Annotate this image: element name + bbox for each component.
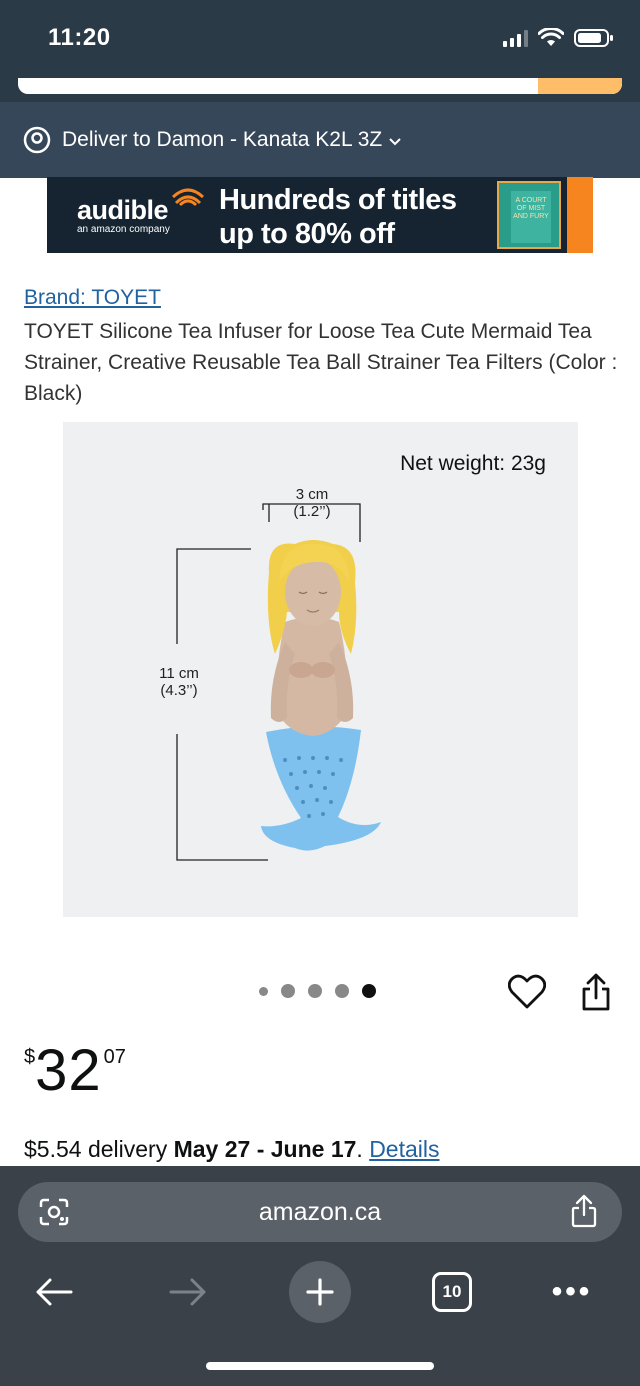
height-dimension-label: 11 cm (4.3’’)	[159, 665, 199, 699]
audible-ad-banner[interactable]: audible an amazon company Hundreds of ti…	[47, 177, 593, 253]
search-submit-button[interactable]	[538, 78, 622, 94]
image-carousel-dots[interactable]	[259, 984, 376, 998]
heart-icon[interactable]	[508, 974, 546, 1010]
back-arrow-icon	[36, 1278, 73, 1306]
carousel-dot[interactable]	[335, 984, 349, 998]
status-icons	[503, 28, 614, 48]
width-dimension-label: 3 cm (1.2’’)	[293, 486, 331, 520]
search-bar-strip	[0, 78, 640, 102]
carousel-dot-active[interactable]	[362, 984, 376, 998]
price-fraction: 07	[103, 1046, 126, 1068]
address-bar[interactable]: amazon.ca	[18, 1182, 622, 1242]
more-menu-button[interactable]: •••	[546, 1262, 598, 1322]
chevron-down-icon	[389, 138, 401, 146]
new-tab-button[interactable]	[289, 1261, 351, 1323]
audible-logo: audible an amazon company	[77, 195, 170, 235]
delivery-cost: $5.54 delivery	[24, 1136, 174, 1162]
cellular-signal-icon	[503, 29, 528, 47]
forward-button[interactable]	[162, 1262, 214, 1322]
back-button[interactable]	[28, 1262, 80, 1322]
forward-arrow-icon	[169, 1278, 206, 1306]
brand-link[interactable]: Brand: TOYET	[24, 286, 161, 310]
delivery-details-link[interactable]: Details	[369, 1136, 439, 1162]
banner-headline: Hundreds of titles up to 80% off	[219, 184, 457, 250]
battery-icon	[574, 29, 613, 47]
home-indicator[interactable]	[206, 1362, 434, 1370]
more-menu-icon: •••	[551, 1275, 593, 1308]
browser-nav-row: 10 •••	[0, 1261, 640, 1323]
search-input[interactable]	[18, 78, 622, 94]
share-icon[interactable]	[580, 972, 612, 1012]
product-title: TOYET Silicone Tea Infuser for Loose Tea…	[24, 320, 618, 405]
price-currency-symbol: $	[24, 1046, 36, 1068]
location-pin-icon	[23, 126, 51, 154]
status-bar: 11:20	[0, 0, 640, 78]
delivery-estimate: $5.54 delivery May 27 - June 17. Details	[24, 1136, 440, 1162]
url-text: amazon.ca	[258, 1198, 382, 1226]
carousel-dot[interactable]	[259, 986, 268, 996]
price-whole: 32	[35, 1038, 102, 1103]
banner-accent-stripe	[567, 177, 593, 253]
delivery-dates: May 27 - June 17	[173, 1136, 357, 1162]
audible-wave-icon	[172, 188, 204, 207]
status-time: 11:20	[48, 24, 111, 51]
product-image[interactable]: Net weight: 23g 3 cm (1.2’’) 11 cm (4.3’…	[63, 422, 578, 917]
tab-switcher-icon: 10	[432, 1272, 472, 1312]
wifi-icon	[538, 28, 564, 46]
tab-switcher-button[interactable]: 10	[430, 1262, 474, 1322]
share-icon[interactable]	[570, 1194, 598, 1228]
product-price: $ 32 07	[24, 1040, 126, 1102]
deliver-to-bar[interactable]: Deliver to Damon - Kanata K2L 3Z	[0, 102, 640, 178]
browser-toolbar: amazon.ca 10 •••	[0, 1166, 640, 1386]
banner-book-cover: A COURT OF MIST AND FURY	[497, 181, 561, 249]
new-tab-plus-icon	[306, 1278, 334, 1306]
carousel-dot[interactable]	[281, 984, 295, 998]
carousel-dot[interactable]	[308, 984, 322, 998]
deliver-to-label: Deliver to Damon - Kanata K2L 3Z	[62, 128, 383, 151]
